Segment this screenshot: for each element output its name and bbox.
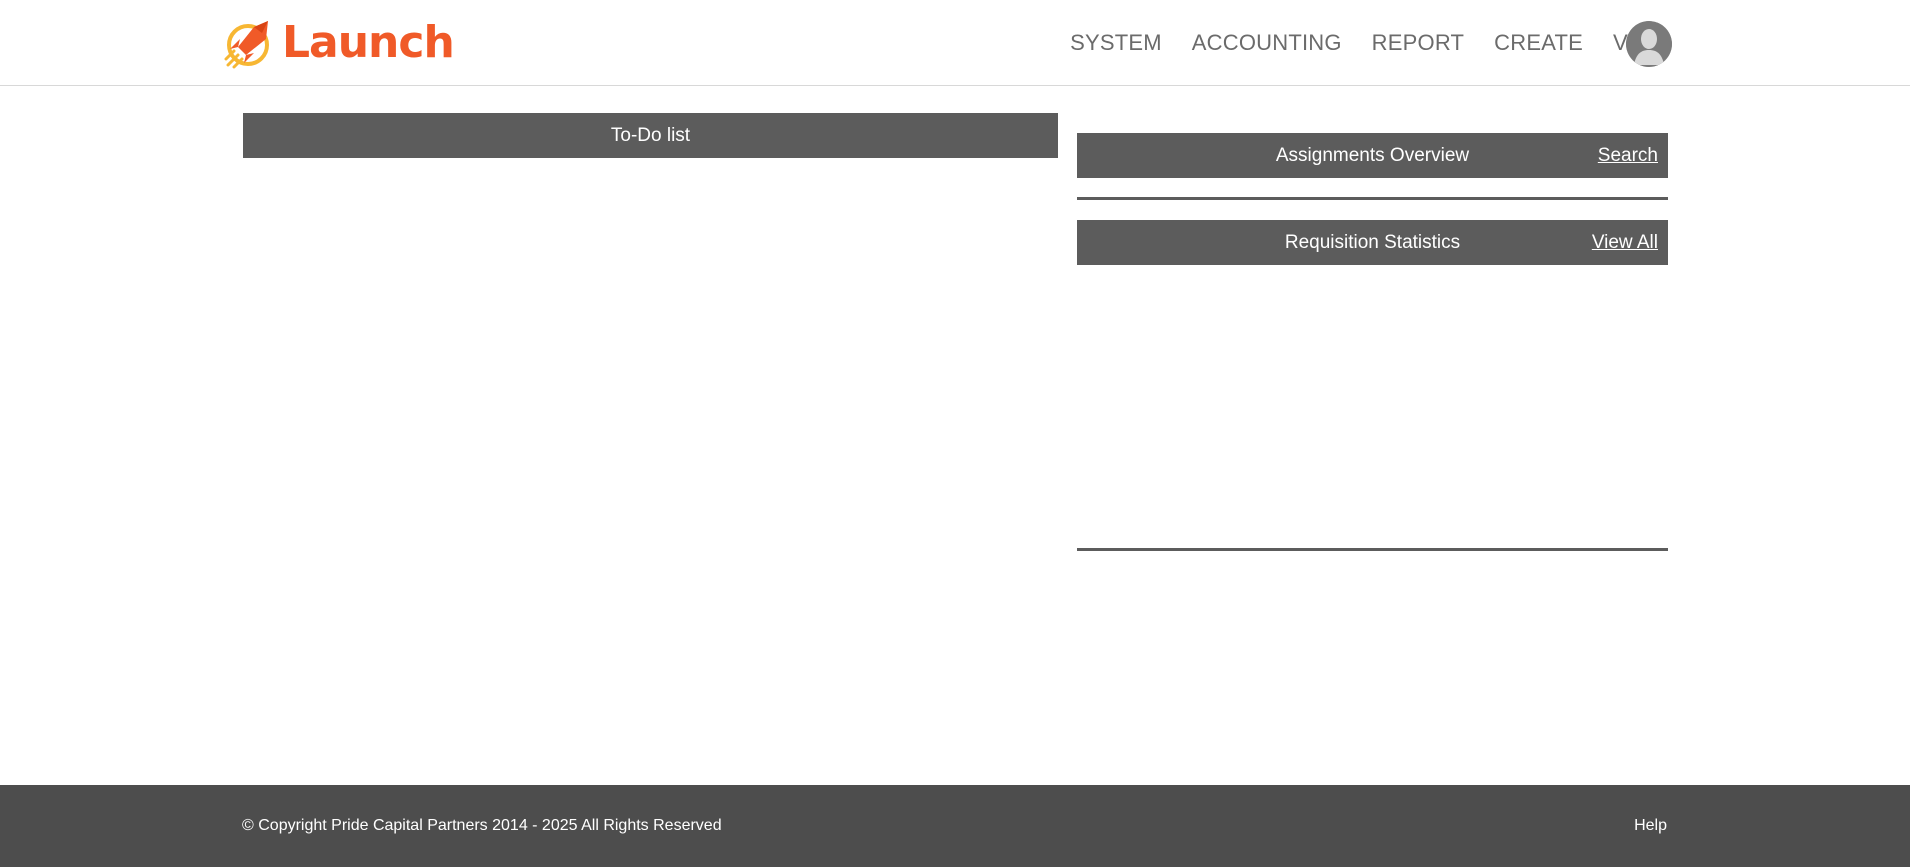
- user-avatar-icon: [1626, 21, 1672, 67]
- assignments-divider: [1077, 197, 1668, 200]
- help-link[interactable]: Help: [1634, 785, 1667, 867]
- copyright-text: © Copyright Pride Capital Partners 2014 …: [242, 817, 722, 834]
- nav-item-accounting[interactable]: ACCOUNTING: [1192, 30, 1342, 56]
- assignments-overview-header: Assignments Overview Search: [1077, 133, 1668, 178]
- assignments-search-link[interactable]: Search: [1598, 133, 1658, 178]
- todo-list-header: To-Do list: [243, 113, 1058, 158]
- page-footer: © Copyright Pride Capital Partners 2014 …: [0, 785, 1910, 867]
- rocket-logo-icon: [224, 21, 269, 69]
- nav-item-create[interactable]: CREATE: [1494, 30, 1583, 56]
- nav-item-report[interactable]: REPORT: [1372, 30, 1464, 56]
- nav-item-system[interactable]: SYSTEM: [1070, 30, 1162, 56]
- requisition-view-all-link[interactable]: View All: [1592, 220, 1658, 265]
- logo-text: Launch: [282, 17, 455, 68]
- requisition-statistics-title: Requisition Statistics: [1284, 231, 1461, 253]
- todo-list-title: To-Do list: [610, 124, 691, 146]
- main-nav: SYSTEM ACCOUNTING REPORT CREATE VIEW: [1040, 0, 1670, 86]
- launch-logo[interactable]: Launch: [224, 14, 455, 72]
- requisition-statistics-header: Requisition Statistics View All: [1077, 220, 1668, 265]
- assignments-overview-title: Assignments Overview: [1275, 144, 1470, 166]
- requisition-divider: [1077, 548, 1668, 551]
- user-avatar[interactable]: [1626, 21, 1672, 67]
- top-header: Launch SYSTEM ACCOUNTING REPORT CREATE V…: [0, 0, 1910, 86]
